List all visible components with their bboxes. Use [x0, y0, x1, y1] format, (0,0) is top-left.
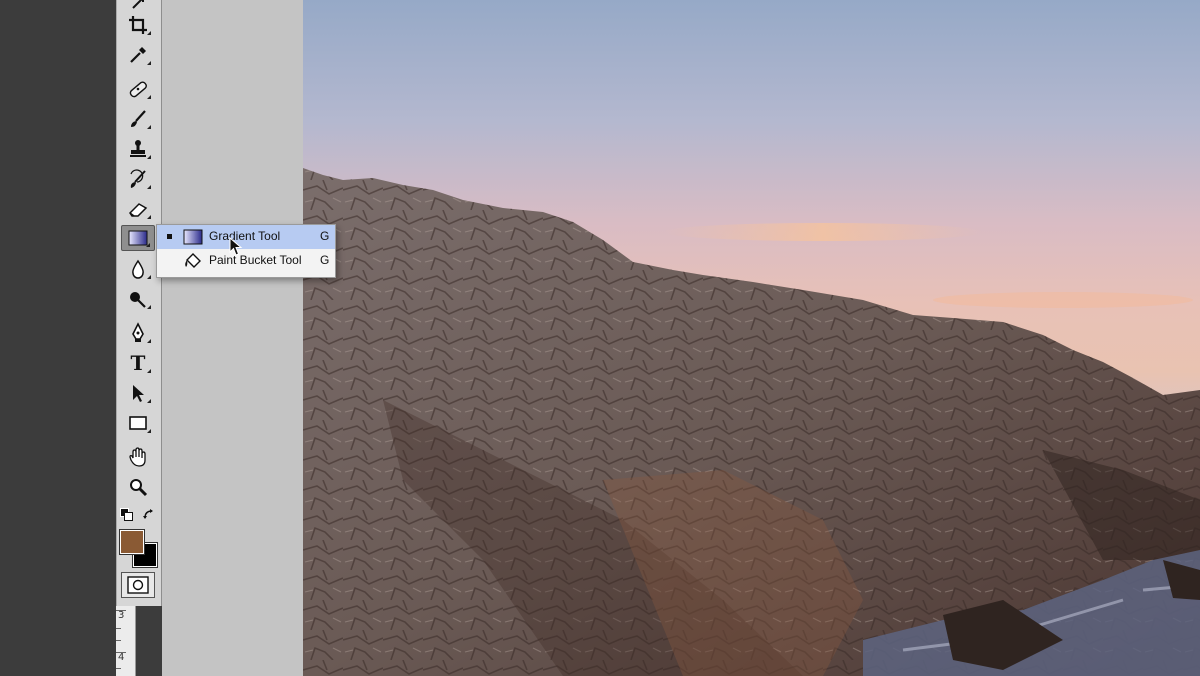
healing-brush-tool-button[interactable]	[121, 76, 155, 102]
arrow-icon	[133, 385, 144, 402]
flyout-item-paint-bucket-tool[interactable]: Paint Bucket Tool G	[157, 249, 335, 273]
bandage-icon	[129, 81, 147, 98]
magnifier-icon	[130, 479, 148, 497]
gradient-icon	[183, 229, 203, 245]
pen-icon	[132, 322, 144, 342]
history-brush-icon	[130, 169, 146, 188]
quick-mask-button[interactable]	[121, 572, 155, 598]
swap-colors-icon[interactable]	[142, 508, 156, 522]
brush-icon	[131, 110, 146, 127]
cliff-photo	[303, 168, 1200, 676]
mouse-pointer-icon	[229, 237, 243, 256]
pen-tool-button[interactable]	[121, 320, 155, 346]
shape-tool-button[interactable]	[121, 410, 155, 436]
hand-tool-button[interactable]	[121, 444, 155, 470]
paint-bucket-icon	[185, 253, 201, 268]
type-icon: T	[130, 351, 146, 375]
left-panel-background	[0, 0, 116, 676]
gradient-tool-button[interactable]	[121, 225, 155, 251]
flyout-item-gradient-tool[interactable]: Gradient Tool G	[157, 225, 335, 249]
hand-icon	[129, 447, 146, 467]
stamp-icon	[130, 140, 146, 157]
clone-stamp-tool-button[interactable]	[121, 136, 155, 162]
workspace-gray-area	[162, 0, 303, 676]
selected-bullet-icon	[167, 234, 172, 239]
document-canvas[interactable]	[303, 0, 1200, 676]
foreground-color-swatch[interactable]	[119, 529, 145, 555]
blur-tool-button[interactable]	[121, 256, 155, 282]
quick-mask-icon	[127, 576, 149, 594]
tool-flyout-menu: Gradient Tool G Paint Bucket Tool G	[156, 224, 336, 278]
flyout-item-shortcut: G	[320, 229, 330, 243]
vertical-ruler: 3 4	[116, 606, 136, 676]
default-colors-icon[interactable]	[120, 508, 133, 521]
ruler-label-3: 3	[118, 610, 125, 621]
crop-tool-button[interactable]	[121, 12, 155, 38]
crop-icon	[129, 16, 147, 34]
flyout-item-shortcut: G	[320, 253, 330, 267]
dodge-tool-button[interactable]	[121, 286, 155, 312]
eraser-icon	[129, 203, 148, 217]
brush-tool-button[interactable]	[121, 106, 155, 132]
path-selection-tool-button[interactable]	[121, 380, 155, 406]
drop-icon	[132, 259, 144, 279]
flyout-item-label: Gradient Tool	[209, 229, 281, 243]
flyout-item-label: Paint Bucket Tool	[209, 253, 302, 267]
eraser-tool-button[interactable]	[121, 196, 155, 222]
zoom-tool-button[interactable]	[121, 474, 155, 500]
dodge-icon	[130, 292, 146, 308]
rectangle-icon	[129, 416, 147, 430]
ruler-label-4: 4	[118, 652, 125, 663]
type-tool-button[interactable]: T	[121, 350, 155, 376]
eyedropper-icon	[130, 47, 146, 63]
eyedropper-tool-button[interactable]	[121, 42, 155, 68]
history-brush-tool-button[interactable]	[121, 166, 155, 192]
